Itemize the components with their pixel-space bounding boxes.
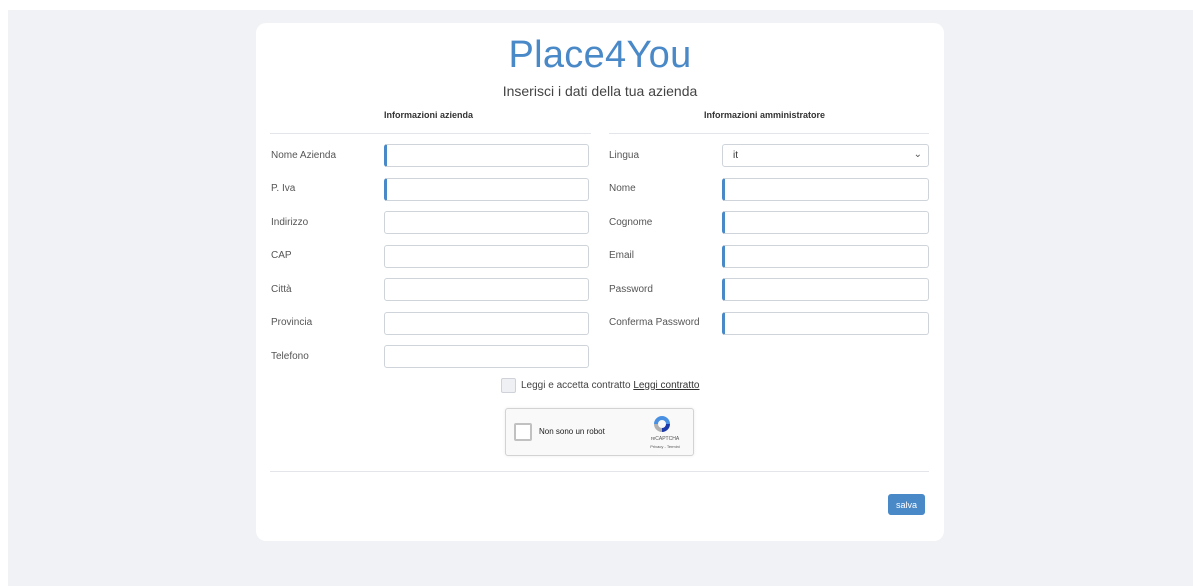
label-confirm-password: Conferma Password	[609, 317, 700, 328]
password-input[interactable]	[722, 278, 929, 301]
confirm-password-input[interactable]	[722, 312, 929, 335]
label-language: Lingua	[609, 150, 640, 161]
chevron-down-icon: ⌄	[913, 149, 922, 160]
label-first-name: Nome	[609, 183, 636, 194]
registration-card: Place4You Inserisci i dati della tua azi…	[256, 23, 944, 541]
language-select[interactable]: it ⌄	[722, 144, 929, 167]
terms-text: Leggi e accetta contratto	[521, 380, 631, 391]
recaptcha-label: Non sono un robot	[539, 427, 605, 436]
label-vat: P. Iva	[271, 183, 296, 194]
recaptcha-brand: reCAPTCHA	[650, 436, 680, 442]
brand-logo: Place4You	[508, 34, 692, 76]
company-section-title: Informazioni azienda	[384, 110, 474, 120]
admin-section-divider	[609, 133, 929, 134]
label-last-name: Cognome	[609, 217, 653, 228]
label-email: Email	[609, 250, 635, 261]
recaptcha-widget: Non sono un robot reCAPTCHA Privacy - Te…	[505, 408, 694, 456]
first-name-input[interactable]	[722, 178, 929, 201]
read-contract-link[interactable]: Leggi contratto	[633, 380, 699, 391]
label-password: Password	[609, 284, 653, 295]
admin-section-title: Informazioni amministratore	[704, 110, 826, 120]
zip-input[interactable]	[384, 245, 589, 268]
language-select-value: it	[733, 150, 738, 161]
company-section-divider	[270, 133, 591, 134]
label-phone: Telefono	[271, 351, 309, 362]
email-input[interactable]	[722, 245, 929, 268]
label-address: Indirizzo	[271, 217, 309, 228]
province-input[interactable]	[384, 312, 589, 335]
last-name-input[interactable]	[722, 211, 929, 234]
recaptcha-checkbox[interactable]	[514, 423, 532, 441]
footer-divider	[270, 471, 929, 472]
recaptcha-icon	[654, 416, 670, 432]
terms-label: Leggi e accetta contratto Leggi contratt…	[521, 380, 699, 391]
page-subtitle: Inserisci i dati della tua azienda	[502, 83, 698, 99]
company-name-input[interactable]	[384, 144, 589, 167]
terms-checkbox[interactable]	[501, 378, 516, 393]
label-city: Città	[271, 284, 292, 295]
recaptcha-links[interactable]: Privacy - Termini	[645, 444, 685, 449]
phone-input[interactable]	[384, 345, 589, 368]
address-input[interactable]	[384, 211, 589, 234]
save-button[interactable]: salva	[888, 494, 925, 515]
label-company-name: Nome Azienda	[271, 150, 337, 161]
city-input[interactable]	[384, 278, 589, 301]
label-province: Provincia	[271, 317, 313, 328]
vat-input[interactable]	[384, 178, 589, 201]
label-zip: CAP	[271, 250, 292, 261]
